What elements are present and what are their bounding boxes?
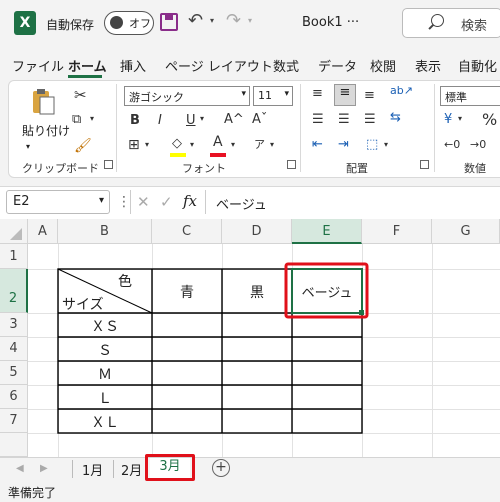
- sheet-tab-1[interactable]: 1月: [82, 460, 103, 479]
- cell-b6[interactable]: Ｌ: [58, 388, 152, 408]
- add-sheet-icon[interactable]: +: [212, 459, 230, 477]
- scroll-left-icon[interactable]: ◀: [16, 463, 24, 474]
- status-text: 準備完了: [8, 486, 57, 500]
- cell-b2-size[interactable]: サイズ: [62, 294, 104, 314]
- cell-b3[interactable]: ＸＳ: [58, 316, 152, 336]
- cell-b4[interactable]: Ｓ: [58, 340, 152, 360]
- status-bar: 準備完了: [0, 482, 500, 502]
- scroll-right-icon[interactable]: ▶: [40, 463, 48, 474]
- divider: [113, 460, 114, 478]
- cell-d2[interactable]: 黒: [222, 282, 292, 302]
- cell-b2-color[interactable]: 色: [118, 271, 132, 291]
- divider: [72, 460, 73, 478]
- cell-e2[interactable]: ベージュ: [292, 282, 362, 301]
- cell-b5[interactable]: Ｍ: [58, 364, 152, 384]
- cell-b7[interactable]: ＸＬ: [58, 412, 152, 432]
- sheet-tab-bar: [0, 457, 500, 483]
- highlight-box: [145, 454, 195, 481]
- cell-c2[interactable]: 青: [152, 282, 222, 302]
- sheet-tab-2[interactable]: 2月: [121, 460, 142, 479]
